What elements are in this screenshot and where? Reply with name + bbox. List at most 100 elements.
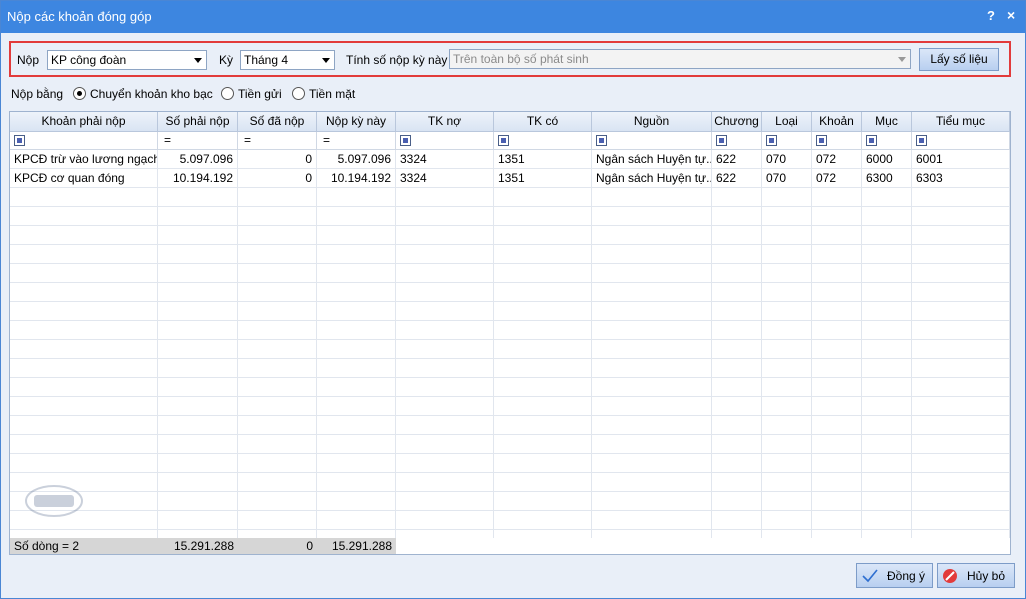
check-icon (862, 569, 878, 583)
table-cell[interactable]: KPCĐ trừ vào lương ngạch... (10, 150, 158, 169)
filter-cell[interactable] (712, 132, 762, 150)
column-header[interactable]: Khoản phải nộp (10, 112, 158, 132)
column-header[interactable]: Số phải nộp (158, 112, 238, 132)
equals-operator[interactable]: = (323, 133, 330, 147)
table-cell[interactable]: Ngân sách Huyện tự... (592, 169, 712, 188)
filter-cell[interactable] (812, 132, 862, 150)
table-cell[interactable]: 6300 (862, 169, 912, 188)
column-header[interactable]: Loại (762, 112, 812, 132)
filter-cell[interactable] (862, 132, 912, 150)
ky-label: Kỳ (219, 53, 234, 67)
equals-operator[interactable]: = (164, 133, 171, 147)
table-cell[interactable]: 10.194.192 (317, 169, 396, 188)
grid-line (10, 511, 1010, 530)
radio-chuyen-khoan-label[interactable]: Chuyển khoản kho bạc (90, 87, 213, 101)
filter-icon[interactable] (916, 135, 927, 146)
column-header[interactable]: Số đã nộp (238, 112, 317, 132)
filter-icon[interactable] (596, 135, 607, 146)
table-footer: Số dòng = 2 15.291.288 0 15.291.288 (10, 538, 1010, 554)
ok-button[interactable]: Đồng ý (856, 563, 933, 588)
table-cell[interactable]: 1351 (494, 169, 592, 188)
filter-cell[interactable] (10, 132, 158, 150)
table-cell[interactable]: 070 (762, 150, 812, 169)
close-icon[interactable]: × (1007, 7, 1015, 23)
get-data-button[interactable]: Lấy số liệu (919, 48, 999, 71)
filter-cell[interactable] (912, 132, 1010, 150)
ky-select[interactable]: Tháng 4 (240, 50, 335, 70)
table-cell[interactable]: 3324 (396, 169, 494, 188)
filter-icon[interactable] (716, 135, 727, 146)
watermark-logo (25, 485, 83, 517)
column-header[interactable]: TK có (494, 112, 592, 132)
filter-cell[interactable]: = (238, 132, 317, 150)
grid-line (10, 283, 1010, 302)
table-cell[interactable]: 0 (238, 150, 317, 169)
filter-icon[interactable] (766, 135, 777, 146)
grid-line (10, 302, 1010, 321)
total-so-da-nop: 0 (238, 538, 317, 554)
chevron-down-icon (898, 57, 906, 62)
radio-tien-mat-label[interactable]: Tiền mặt (309, 87, 355, 101)
grid-line (10, 188, 1010, 207)
filter-cell[interactable]: = (158, 132, 238, 150)
filter-cell[interactable] (592, 132, 712, 150)
column-header[interactable]: TK nợ (396, 112, 494, 132)
grid-line (10, 397, 1010, 416)
table-cell[interactable]: Ngân sách Huyện tự... (592, 150, 712, 169)
table-cell[interactable]: 0 (238, 169, 317, 188)
cancel-button[interactable]: Hủy bỏ (937, 563, 1015, 588)
table-cell[interactable]: KPCĐ cơ quan đóng (10, 169, 158, 188)
grid-line (10, 264, 1010, 283)
table-cell[interactable]: 072 (812, 169, 862, 188)
nop-select[interactable]: KP công đoàn (47, 50, 207, 70)
table-cell[interactable]: 070 (762, 169, 812, 188)
chevron-down-icon (322, 58, 330, 63)
radio-chuyen-khoan[interactable] (73, 87, 86, 100)
filter-icon[interactable] (816, 135, 827, 146)
contributions-table: Khoản phải nộp Số phải nộp Số đã nộp Nộp kỳ… (9, 111, 1011, 555)
grid-line (10, 454, 1010, 473)
table-cell[interactable]: 622 (712, 169, 762, 188)
column-header[interactable]: Tiểu mục (912, 112, 1010, 132)
filter-icon[interactable] (400, 135, 411, 146)
table-cell[interactable]: 622 (712, 150, 762, 169)
table-row[interactable]: KPCĐ trừ vào lương ngạch... 5.097.096 0 5.0… (10, 150, 1010, 169)
table-cell[interactable]: 5.097.096 (158, 150, 238, 169)
table-cell[interactable]: 6001 (912, 150, 1010, 169)
filter-cell[interactable]: = (317, 132, 396, 150)
table-cell[interactable]: 5.097.096 (317, 150, 396, 169)
window-title: Nộp các khoản đóng góp (7, 9, 152, 24)
table-cell[interactable]: 1351 (494, 150, 592, 169)
table-cell[interactable]: 6000 (862, 150, 912, 169)
table-cell[interactable]: 3324 (396, 150, 494, 169)
table-cell[interactable]: 10.194.192 (158, 169, 238, 188)
radio-tien-mat[interactable] (292, 87, 305, 100)
filter-cell[interactable] (762, 132, 812, 150)
column-header[interactable]: Mục (862, 112, 912, 132)
grid-line (10, 492, 1010, 511)
table-row[interactable]: KPCĐ cơ quan đóng 10.194.192 0 10.194.192 33… (10, 169, 1010, 188)
radio-tien-gui-label[interactable]: Tiền gửi (238, 87, 282, 101)
column-header[interactable]: Chương (712, 112, 762, 132)
grid-line (10, 378, 1010, 397)
grid-line (10, 226, 1010, 245)
filter-panel: Nộp KP công đoàn Kỳ Tháng 4 Tính số nộp … (9, 41, 1011, 77)
tinh-select[interactable]: Trên toàn bộ số phát sinh (449, 49, 911, 69)
column-header[interactable]: Nguồn (592, 112, 712, 132)
filter-icon[interactable] (14, 135, 25, 146)
table-cell[interactable]: 6303 (912, 169, 1010, 188)
equals-operator[interactable]: = (244, 133, 251, 147)
payment-label: Nộp bằng (11, 87, 64, 101)
filter-icon[interactable] (498, 135, 509, 146)
filter-icon[interactable] (866, 135, 877, 146)
filter-cell[interactable] (494, 132, 592, 150)
total-nop-ky-nay: 15.291.288 (317, 538, 396, 554)
help-icon[interactable]: ? (987, 8, 995, 23)
radio-tien-gui[interactable] (221, 87, 234, 100)
column-header[interactable]: Khoản (812, 112, 862, 132)
ok-label: Đồng ý (887, 569, 926, 583)
grid-line (10, 207, 1010, 226)
table-cell[interactable]: 072 (812, 150, 862, 169)
filter-cell[interactable] (396, 132, 494, 150)
column-header[interactable]: Nộp kỳ này (317, 112, 396, 132)
